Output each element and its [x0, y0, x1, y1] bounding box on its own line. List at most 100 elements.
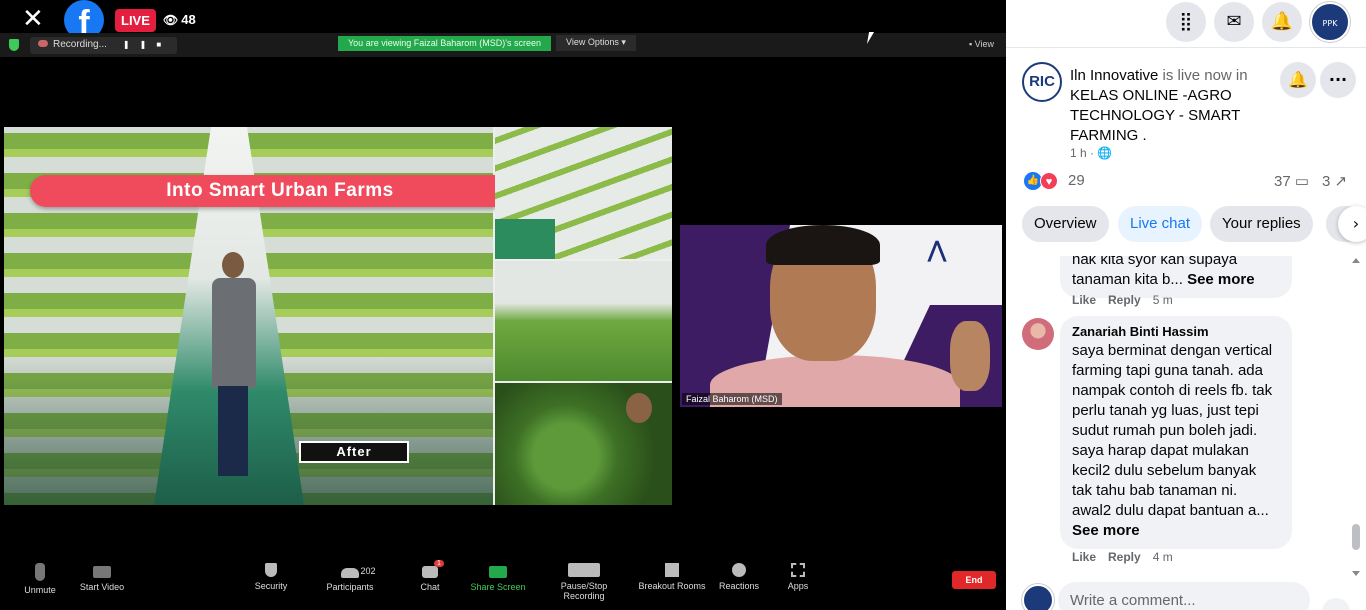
- security-label: Security: [254, 581, 288, 591]
- share-count[interactable]: 3 ↗: [1322, 172, 1347, 190]
- farm-thumb-2: [495, 261, 672, 381]
- menu-grid-icon[interactable]: ⣿: [1166, 2, 1206, 42]
- reactions-bar[interactable]: 👍 ♥ 29 37 ▭ 3 ↗: [1024, 170, 1354, 192]
- reactions-label: Reactions: [718, 581, 760, 591]
- farm-thumb-3: [495, 383, 672, 505]
- view-options-label: View Options: [566, 37, 619, 47]
- see-more-link[interactable]: See more: [1187, 271, 1255, 288]
- comment-author[interactable]: Zanariah Binti Hassim: [1072, 324, 1280, 340]
- recording-indicator: Recording... ❚❚■: [30, 37, 178, 54]
- my-avatar[interactable]: [1022, 584, 1054, 610]
- globe-icon: 🌐: [1097, 146, 1113, 160]
- reaction-count: 29: [1068, 172, 1085, 189]
- comment-bubble[interactable]: Zanariah Binti Hassim saya berminat deng…: [1060, 316, 1292, 549]
- chat-label: Chat: [420, 582, 440, 592]
- recording-label: Recording...: [53, 39, 107, 50]
- live-comments-panel: ⣿ ✉ 🔔 PPK RIC Iln Innovative is live now…: [1006, 0, 1366, 610]
- live-badge: LIVE: [115, 9, 156, 32]
- scroll-thumb[interactable]: [1352, 524, 1360, 550]
- love-reaction-icon: ♥: [1040, 172, 1058, 190]
- viewing-banner: You are viewing Faizal Baharom (MSD)'s s…: [338, 36, 551, 51]
- panel-tabs: Overview Live chat Your replies ›: [1022, 206, 1366, 244]
- zoom-top-bar: Recording... ❚❚■ You are viewing Faizal B…: [0, 33, 1006, 57]
- brand-logo-icon: ⋀: [928, 237, 947, 262]
- panel-top-bar: ⣿ ✉ 🔔 PPK: [1006, 0, 1366, 48]
- more-options-icon[interactable]: ···: [1320, 62, 1356, 98]
- chat-icon: [422, 566, 438, 578]
- live-video[interactable]: ✕ f LIVE 👁 48 Recording... ❚❚■ You are vie…: [0, 0, 1006, 610]
- participants-count: 202: [360, 566, 376, 576]
- speaker-video: ⋀ Faizal Baharom (MSD): [680, 225, 1002, 407]
- scroll-down-icon[interactable]: [1352, 571, 1360, 576]
- slide-tag: After: [299, 441, 409, 463]
- security-button[interactable]: Security: [231, 560, 311, 591]
- apps-icon: [791, 563, 805, 577]
- cloud-icon: [38, 40, 48, 47]
- page-avatar[interactable]: RIC: [1022, 62, 1062, 102]
- see-more-link[interactable]: See more: [1072, 522, 1140, 539]
- scroll-up-icon[interactable]: [1352, 258, 1360, 263]
- participants-label: Participants: [326, 582, 374, 592]
- breakout-rooms-label: Breakout Rooms: [638, 581, 706, 591]
- recording-controls[interactable]: ❚❚■: [123, 40, 171, 49]
- speaker-name: Faizal Baharom (MSD): [682, 393, 782, 405]
- comment-bubble[interactable]: nak kita syor kan supaya tanaman kita b.…: [1060, 256, 1292, 298]
- tab-live-chat[interactable]: Live chat: [1118, 206, 1203, 242]
- end-button[interactable]: End: [952, 571, 996, 589]
- comment-actions: Like Reply 4 m: [1072, 550, 1185, 564]
- pause-stop-icon: [568, 563, 600, 577]
- group-name-link[interactable]: KELAS ONLINE -AGRO TECHNOLOGY - SMART FA…: [1070, 87, 1240, 144]
- pause-recording-label: Pause/Stop Recording: [560, 581, 608, 601]
- follow-bell-icon[interactable]: 🔔: [1280, 62, 1316, 98]
- comment-composer: [1006, 578, 1366, 610]
- view-options-button[interactable]: View Options ▾: [556, 35, 636, 51]
- comment-list: nak kita syor kan supaya tanaman kita b.…: [1006, 256, 1354, 578]
- messenger-icon[interactable]: ✉: [1214, 2, 1254, 42]
- apps-button[interactable]: Apps: [758, 560, 838, 591]
- comment-time: 4 m: [1152, 550, 1173, 564]
- mic-muted-icon: [35, 563, 45, 581]
- share-icon: ↗: [1334, 173, 1348, 190]
- account-avatar[interactable]: PPK: [1310, 2, 1350, 42]
- live-now-text: is live now in: [1158, 67, 1248, 84]
- post-title: Iln Innovative is live now in KELAS ONLI…: [1070, 66, 1270, 146]
- reply-link[interactable]: Reply: [1108, 293, 1141, 307]
- start-video-label: Start Video: [79, 582, 125, 592]
- tabs-next-icon[interactable]: ›: [1338, 206, 1366, 242]
- unmute-label: Unmute: [24, 585, 56, 595]
- notifications-bell-icon[interactable]: 🔔: [1262, 2, 1302, 42]
- close-icon[interactable]: ✕: [22, 6, 50, 34]
- tab-overview[interactable]: Overview: [1022, 206, 1109, 242]
- view-label: View: [974, 39, 994, 49]
- share-screen-button[interactable]: Share Screen: [458, 560, 538, 592]
- like-link[interactable]: Like: [1072, 293, 1096, 307]
- comment-scrollbar[interactable]: [1350, 256, 1362, 578]
- viewer-count-value: 48: [181, 12, 196, 27]
- zoom-toolbar: Unmute Start Video Security Participants…: [0, 560, 1006, 601]
- security-shield-icon: [265, 563, 277, 577]
- comment-input[interactable]: [1058, 582, 1310, 610]
- shield-icon: [9, 39, 19, 51]
- comment-text: saya berminat dengan vertical farming ta…: [1072, 342, 1273, 519]
- start-video-button[interactable]: Start Video: [62, 560, 142, 592]
- reply-link[interactable]: Reply: [1108, 550, 1141, 564]
- commenter-avatar[interactable]: [1022, 318, 1054, 350]
- page-name-link[interactable]: Iln Innovative: [1070, 67, 1158, 84]
- tab-your-replies[interactable]: Your replies: [1210, 206, 1313, 242]
- comment-icon: ▭: [1294, 173, 1310, 190]
- view-button[interactable]: ▪ View: [969, 39, 994, 49]
- comment-count[interactable]: 37 ▭: [1274, 172, 1309, 190]
- eye-icon: 👁: [163, 13, 179, 27]
- breakout-rooms-icon: [665, 563, 679, 577]
- farm-thumb-1: [495, 127, 672, 259]
- send-icon[interactable]: [1322, 598, 1350, 610]
- slide-title: Into Smart Urban Farms: [30, 175, 530, 207]
- comment-time: 5 m: [1152, 293, 1173, 307]
- viewer-count: 👁 48: [163, 12, 196, 27]
- pause-recording-button[interactable]: Pause/Stop Recording: [540, 560, 628, 601]
- like-link[interactable]: Like: [1072, 550, 1096, 564]
- share-screen-icon: [489, 566, 507, 578]
- shared-slide: Into Smart Urban Farms After: [4, 127, 672, 505]
- reactions-icon: [732, 563, 746, 577]
- participants-button[interactable]: Participants: [310, 560, 390, 592]
